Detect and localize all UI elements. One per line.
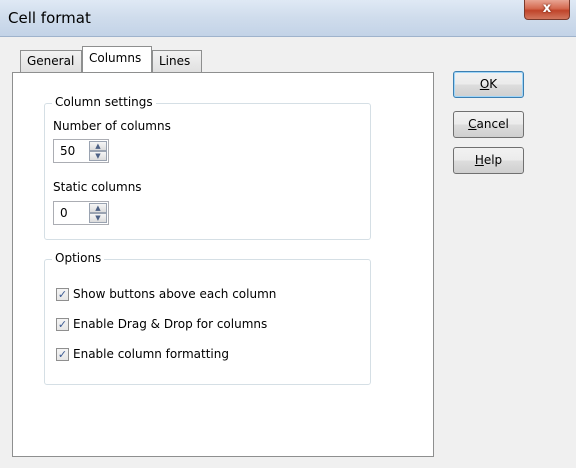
tab-label: Lines [159,54,191,68]
tab-label: General [27,54,75,68]
title-bar: Cell format x [0,0,576,37]
options-legend: Options [52,251,105,265]
spin-down-icon[interactable]: ▼ [89,213,107,223]
ok-label-rest: K [489,77,498,91]
checkmark-icon[interactable]: ✓ [56,318,69,331]
column-settings-legend: Column settings [52,95,156,109]
checkmark-icon[interactable]: ✓ [56,348,69,361]
tab-columns[interactable]: Columns [82,46,152,72]
help-button[interactable]: Help [453,147,524,174]
cancel-label-rest: ancel [476,117,509,131]
show-buttons-label: Show buttons above each column [73,287,277,301]
static-columns-value: 0 [60,206,68,220]
number-of-columns-label: Number of columns [53,119,171,133]
number-of-columns-stepper[interactable]: 50 ▲ ▼ [53,139,109,163]
static-columns-stepper[interactable]: 0 ▲ ▼ [53,201,109,225]
cancel-mnemonic: C [468,117,477,131]
spin-up-icon[interactable]: ▲ [89,203,107,213]
spin-buttons: ▲ ▼ [89,203,107,223]
tab-panel-columns: Column settings Number of columns 50 ▲ ▼… [12,72,434,457]
tab-general[interactable]: General [20,50,82,72]
cancel-button[interactable]: Cancel [453,111,524,138]
static-columns-label: Static columns [53,180,142,194]
help-mnemonic: H [474,153,484,167]
close-icon: x [542,1,552,16]
help-label-rest: elp [483,153,503,167]
tab-label: Columns [89,51,142,65]
ok-button[interactable]: OK [453,71,524,98]
ok-mnemonic: O [479,77,490,91]
enable-drag-drop-label: Enable Drag & Drop for columns [73,317,268,331]
close-button[interactable]: x [524,0,570,20]
enable-column-formatting-label: Enable column formatting [73,347,229,361]
number-of-columns-value: 50 [60,144,76,158]
window-title: Cell format [8,9,91,27]
spin-down-icon[interactable]: ▼ [89,151,107,161]
tab-lines[interactable]: Lines [152,50,202,72]
checkmark-icon[interactable]: ✓ [56,288,69,301]
spin-buttons: ▲ ▼ [89,141,107,161]
spin-up-icon[interactable]: ▲ [89,141,107,151]
